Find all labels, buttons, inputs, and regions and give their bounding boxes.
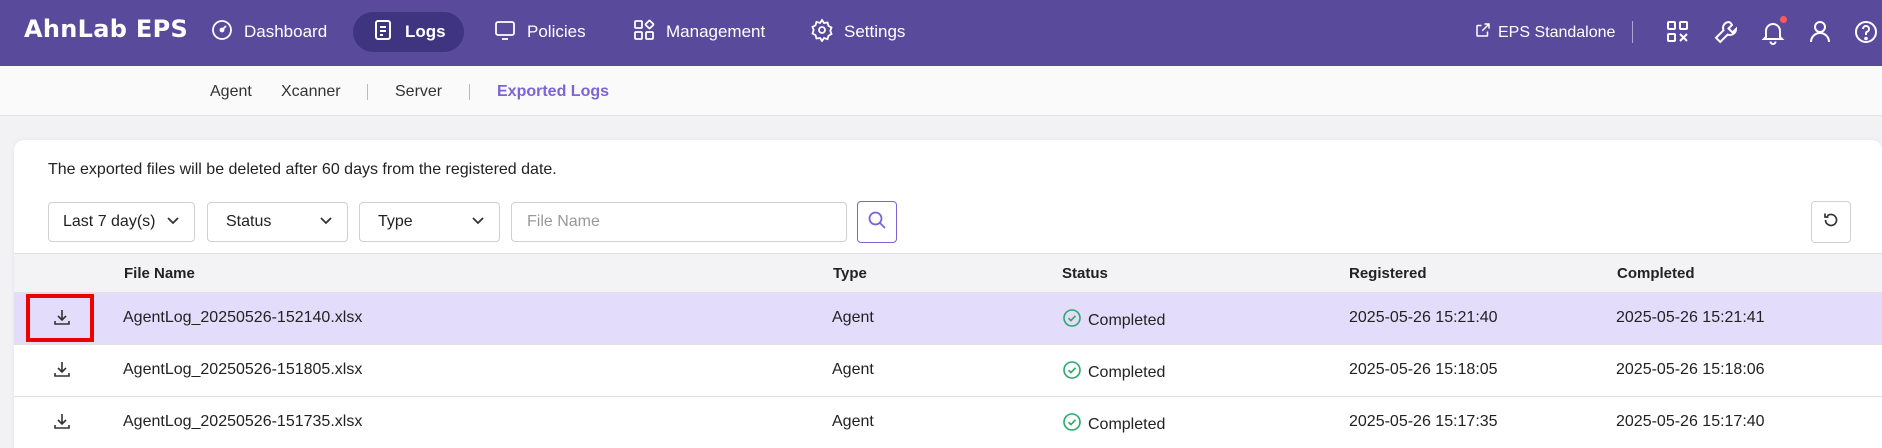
exported-logs-panel: The exported files will be deleted after… [14, 140, 1882, 448]
download-icon[interactable] [52, 359, 74, 381]
status-cell: Completed [1062, 360, 1165, 385]
chevron-down-icon [471, 213, 485, 232]
status-text: Completed [1088, 311, 1166, 329]
help-icon[interactable] [1852, 18, 1880, 46]
refresh-button[interactable] [1811, 201, 1851, 243]
external-link-icon [1474, 21, 1492, 44]
type-select-value: Type [378, 213, 413, 230]
status-select[interactable]: Status [207, 202, 348, 242]
status-cell: Completed [1062, 412, 1165, 437]
type-cell: Agent [832, 413, 874, 430]
table-header: File Name Type Status Registered Complet… [14, 253, 1882, 293]
nav-logs[interactable]: Logs [353, 12, 464, 52]
bell-icon[interactable] [1759, 16, 1787, 46]
column-header-completed[interactable]: Completed [1617, 265, 1695, 282]
eps-standalone-label: EPS Standalone [1498, 23, 1616, 41]
gear-icon [810, 17, 834, 47]
type-cell: Agent [832, 309, 874, 326]
nav-label: Management [666, 22, 766, 41]
user-icon[interactable] [1806, 18, 1834, 46]
retention-notice: The exported files will be deleted after… [48, 161, 557, 178]
subnav-agent[interactable]: Agent [210, 83, 252, 101]
nav-label: Logs [405, 22, 446, 41]
document-icon [371, 18, 395, 47]
type-cell: Agent [832, 361, 874, 378]
table-row[interactable]: AgentLog_20250526-152140.xlsx Agent Comp… [14, 293, 1882, 345]
status-text: Completed [1088, 415, 1166, 433]
nav-dashboard[interactable]: Dashboard [192, 12, 345, 52]
download-icon[interactable] [52, 307, 74, 329]
file-name-cell: AgentLog_20250526-151735.xlsx [123, 413, 363, 430]
search-icon [867, 210, 887, 235]
file-name-cell: AgentLog_20250526-152140.xlsx [123, 309, 363, 326]
download-icon[interactable] [52, 411, 74, 433]
nav-label: Dashboard [244, 22, 328, 41]
divider [469, 84, 470, 100]
status-select-value: Status [226, 213, 272, 230]
grid-icon [632, 18, 656, 47]
nav-label: Settings [844, 22, 906, 41]
column-header-file-name[interactable]: File Name [124, 265, 195, 282]
table-row[interactable]: AgentLog_20250526-151805.xlsx Agent Comp… [14, 345, 1882, 397]
nav-settings[interactable]: Settings [792, 12, 923, 52]
column-header-registered[interactable]: Registered [1349, 265, 1427, 282]
completed-cell: 2025-05-26 15:21:41 [1616, 309, 1765, 326]
period-select[interactable]: Last 7 day(s) [48, 202, 195, 242]
top-navigation-bar: AhnLab EPS Dashboard Logs Policies Manag… [0, 0, 1882, 66]
table-row[interactable]: AgentLog_20250526-151735.xlsx Agent Comp… [14, 397, 1882, 448]
registered-cell: 2025-05-26 15:17:35 [1349, 413, 1498, 430]
completed-cell: 2025-05-26 15:17:40 [1616, 413, 1765, 430]
apps-icon[interactable] [1664, 18, 1692, 46]
check-circle-icon [1062, 360, 1082, 385]
app-logo: AhnLab EPS [24, 15, 189, 43]
notification-badge [1780, 16, 1787, 23]
eps-standalone-link[interactable]: EPS Standalone [1474, 21, 1615, 44]
refresh-icon [1822, 211, 1840, 234]
subnav-server[interactable]: Server [395, 83, 442, 101]
status-text: Completed [1088, 363, 1166, 381]
column-header-type[interactable]: Type [833, 265, 867, 282]
check-circle-icon [1062, 412, 1082, 437]
subnav-xcanner[interactable]: Xcanner [281, 83, 341, 101]
exported-logs-table: File Name Type Status Registered Complet… [14, 253, 1882, 448]
nav-label: Policies [527, 22, 586, 41]
check-circle-icon [1062, 308, 1082, 333]
column-header-status[interactable]: Status [1062, 265, 1108, 282]
file-name-input[interactable] [511, 202, 847, 242]
nav-policies[interactable]: Policies [475, 12, 604, 52]
search-button[interactable] [857, 201, 897, 243]
chevron-down-icon [166, 213, 180, 232]
monitor-icon [493, 18, 517, 47]
subnav-exported-logs[interactable]: Exported Logs [497, 83, 609, 101]
status-cell: Completed [1062, 308, 1165, 333]
file-name-cell: AgentLog_20250526-151805.xlsx [123, 361, 363, 378]
registered-cell: 2025-05-26 15:21:40 [1349, 309, 1498, 326]
registered-cell: 2025-05-26 15:18:05 [1349, 361, 1498, 378]
type-select[interactable]: Type [359, 202, 500, 242]
divider [1632, 21, 1633, 43]
wrench-icon[interactable] [1712, 18, 1740, 46]
divider [367, 84, 368, 100]
sub-navigation: Agent Xcanner Server Exported Logs [0, 66, 1882, 116]
completed-cell: 2025-05-26 15:18:06 [1616, 361, 1765, 378]
chevron-down-icon [319, 213, 333, 232]
nav-management[interactable]: Management [614, 12, 783, 52]
period-select-value: Last 7 day(s) [63, 213, 156, 230]
gauge-icon [210, 18, 234, 47]
